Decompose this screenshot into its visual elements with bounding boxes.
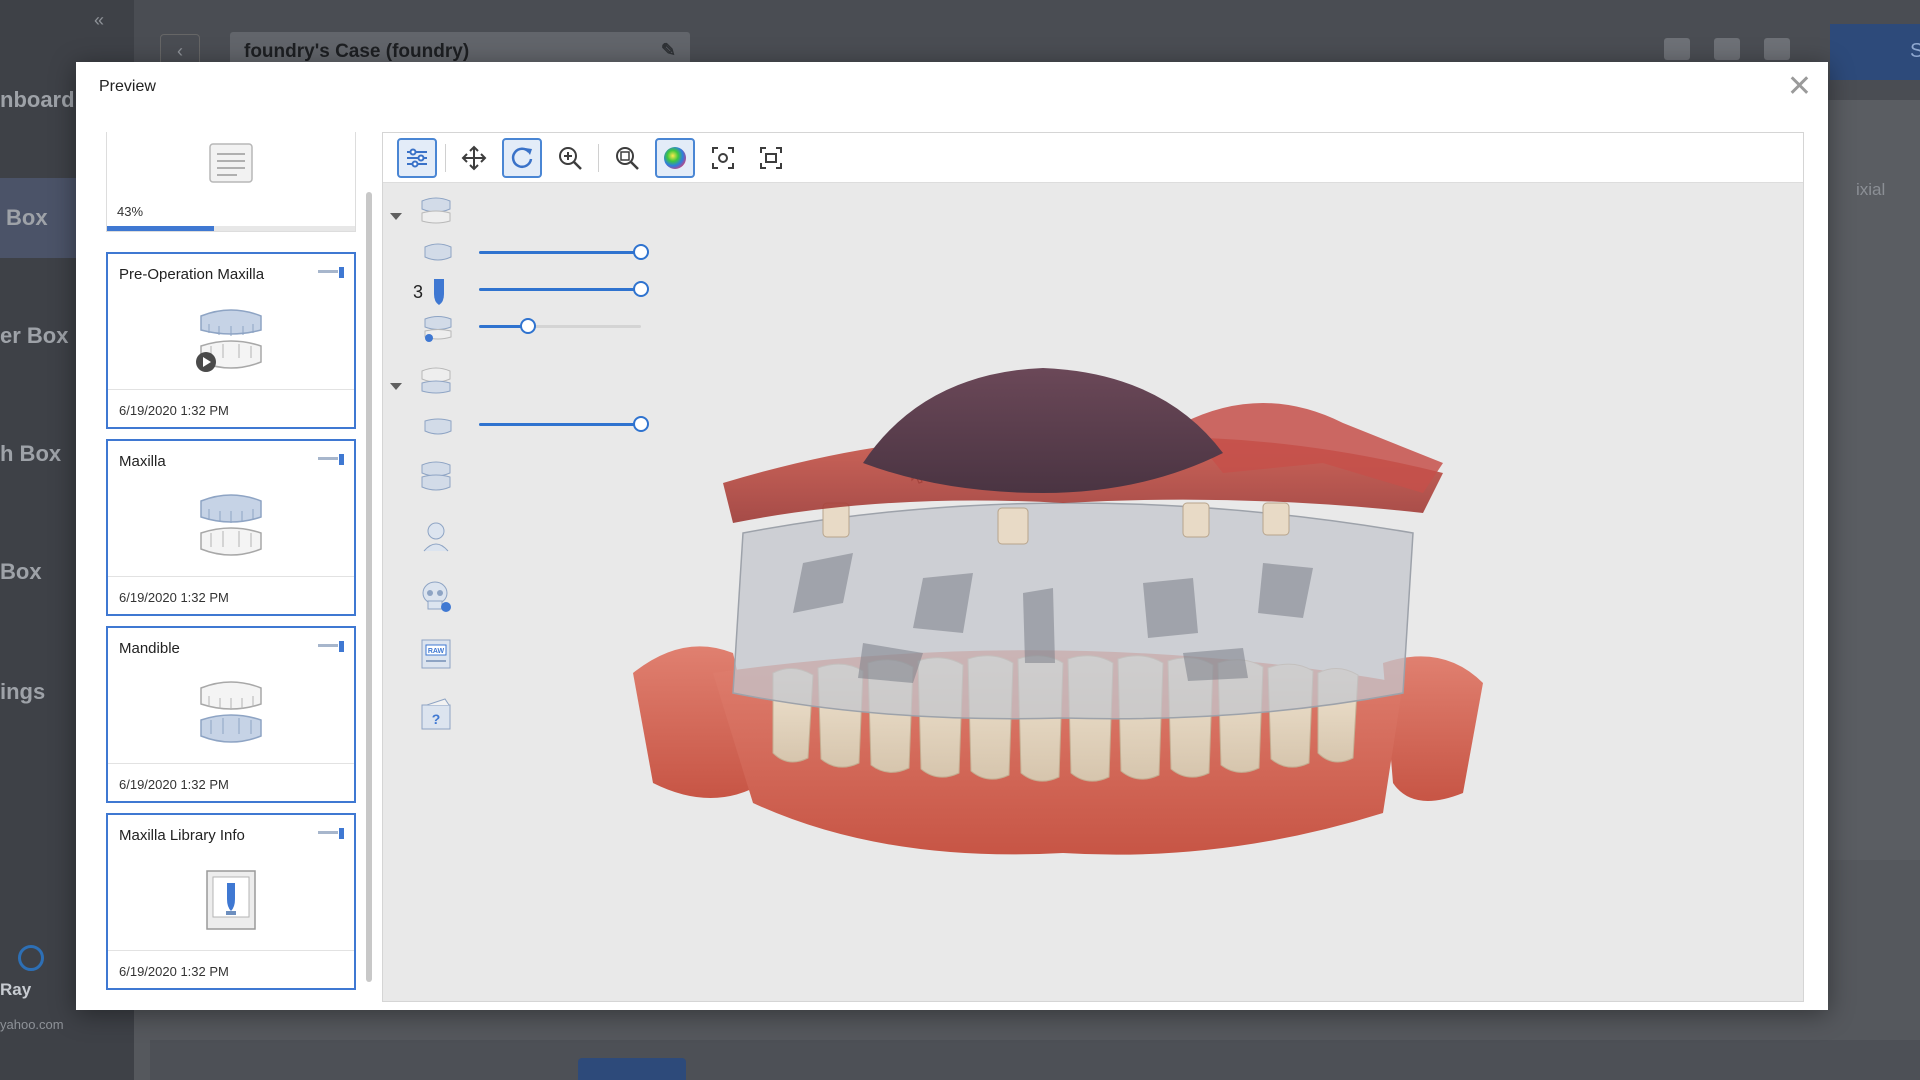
progress-percent: 43% (117, 204, 144, 219)
tag-icon[interactable] (318, 453, 344, 465)
right-info-panel: ixial (1830, 100, 1920, 860)
card-date: 6/19/2020 1:32 PM (108, 389, 354, 427)
jaw-maxilla-icon (200, 494, 262, 556)
svg-text:RAW: RAW (428, 648, 445, 655)
card-name: Maxilla Library Info (119, 827, 245, 844)
focus-icon[interactable] (703, 138, 743, 178)
face-scan-icon[interactable] (419, 519, 453, 553)
user-name: Ray (0, 980, 32, 999)
maxilla-opacity-slider[interactable] (479, 242, 649, 262)
scan-card-maxilla-library-info[interactable]: Maxilla Library Info 6/19/2020 1:32 PM (106, 813, 356, 990)
bottom-toolbar (150, 1040, 1920, 1080)
modal-title: Preview (99, 78, 156, 95)
card-date: 6/19/2020 1:32 PM (108, 576, 354, 614)
tool-icon-c[interactable] (1764, 38, 1790, 60)
settings-panel-icon[interactable] (397, 137, 437, 178)
user-settings-icon[interactable] (18, 945, 44, 971)
dental-3d-model[interactable] (623, 363, 1503, 883)
scan-card-maxilla[interactable]: Maxilla 6/19/2020 1:32 PM (106, 439, 356, 616)
progress-card[interactable]: 43% (106, 132, 356, 232)
card-name: Maxilla (119, 453, 166, 470)
unknown-data-icon[interactable]: ? (419, 697, 453, 731)
tool-icon-a[interactable] (1664, 38, 1690, 60)
raw-data-icon[interactable]: RAW (419, 637, 453, 671)
scan-list: 43% Pre-Operation Maxilla 6/19/2020 1:32… (104, 132, 360, 992)
progress-bar (107, 226, 355, 231)
preop-opacity-slider[interactable] (479, 316, 641, 336)
progress-fill (107, 226, 214, 231)
close-icon[interactable]: ✕ (1787, 72, 1812, 102)
tool-icon-b[interactable] (1714, 38, 1740, 60)
rotate-icon[interactable] (502, 137, 542, 178)
maxilla-layer-icon[interactable] (423, 239, 453, 267)
cbct-icon[interactable] (419, 579, 453, 613)
preview-modal: Preview ✕ 43% Pre-Operation Maxilla 6/19… (76, 62, 1828, 1010)
collapse-sidebar-icon[interactable]: « (94, 10, 104, 31)
tag-icon[interactable] (318, 266, 344, 278)
color-map-icon[interactable] (655, 137, 695, 178)
toolbar-separator (445, 143, 446, 172)
occlusion-layer-icon[interactable] (419, 459, 453, 493)
case-title: foundry's Case (foundry) (244, 41, 470, 62)
tag-icon[interactable] (318, 827, 344, 839)
abutment-opacity-slider[interactable] (479, 279, 649, 299)
bottom-primary-button[interactable] (578, 1058, 686, 1080)
send-button[interactable]: S (1830, 24, 1920, 80)
viewer-toolbar (383, 133, 1803, 183)
fit-all-icon[interactable] (751, 138, 791, 178)
document-icon (209, 143, 253, 183)
tag-icon[interactable] (318, 640, 344, 652)
lower-jaw-group-icon[interactable] (419, 363, 453, 397)
jaw-preop-icon (196, 309, 262, 372)
user-email: yahoo.com (0, 1017, 64, 1032)
card-name: Mandible (119, 640, 180, 657)
jaw-mandible-icon (200, 681, 262, 743)
svg-text:?: ? (432, 711, 441, 727)
abutment-layer-icon[interactable] (429, 276, 449, 306)
mandible-opacity-slider[interactable] (479, 414, 649, 434)
model-viewer[interactable]: 3 RAW ? (382, 132, 1804, 1002)
card-date: 6/19/2020 1:32 PM (108, 950, 354, 988)
upper-jaw-group-icon[interactable] (419, 193, 453, 227)
mandible-layer-icon[interactable] (423, 411, 453, 439)
edit-icon[interactable]: ✎ (661, 40, 676, 61)
library-info-icon (206, 870, 256, 930)
collapse-lower-group-icon[interactable] (390, 383, 402, 390)
scan-card-preop-maxilla[interactable]: Pre-Operation Maxilla 6/19/2020 1:32 PM (106, 252, 356, 429)
upper-group-count: 3 (413, 282, 424, 302)
scan-card-mandible[interactable]: Mandible 6/19/2020 1:32 PM (106, 626, 356, 803)
preop-layer-icon[interactable] (423, 313, 453, 343)
zoom-in-icon[interactable] (550, 138, 590, 178)
card-date: 6/19/2020 1:32 PM (108, 763, 354, 801)
collapse-upper-group-icon[interactable] (390, 213, 402, 220)
modal-header: Preview ✕ (76, 62, 1828, 114)
card-name: Pre-Operation Maxilla (119, 266, 265, 283)
move-icon[interactable] (454, 138, 494, 178)
scan-list-scrollbar[interactable] (366, 192, 372, 982)
zoom-fit-icon[interactable] (607, 138, 647, 178)
top-tools (1664, 38, 1790, 60)
toolbar-separator (598, 143, 599, 172)
